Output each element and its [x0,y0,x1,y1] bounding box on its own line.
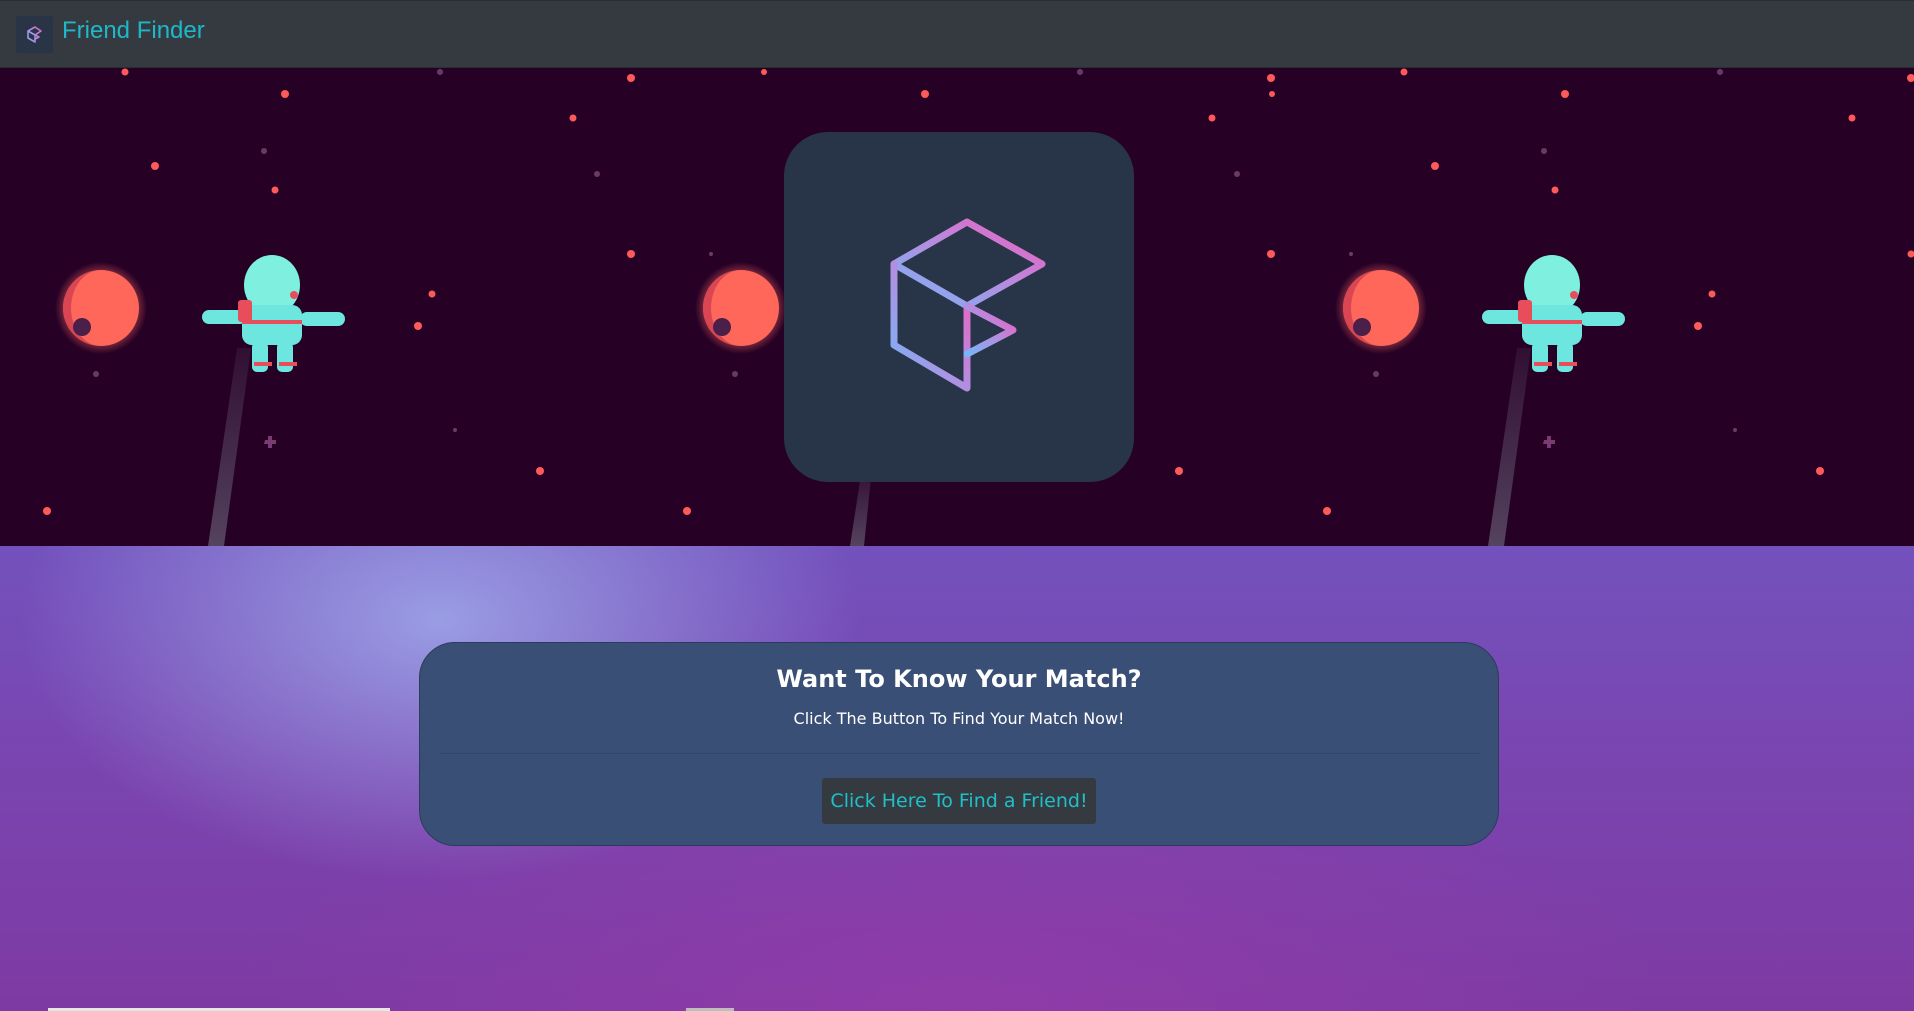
find-friend-button[interactable]: Click Here To Find a Friend! [822,778,1096,824]
match-title: Want To Know Your Match? [776,665,1142,693]
match-subtitle: Click The Button To Find Your Match Now! [793,709,1125,728]
planet-icon [695,262,787,354]
astronaut-icon [1482,255,1625,372]
brand-title[interactable]: Friend Finder [62,17,205,45]
astronaut-icon [202,255,345,372]
planet-icon [1335,262,1427,354]
hero-banner [0,68,1914,546]
navbar: Friend Finder [0,0,1914,68]
hero-logo-card [784,132,1134,482]
match-card: Want To Know Your Match? Click The Butto… [419,642,1499,846]
planet-icon [55,262,147,354]
cube-logo-icon [890,218,1046,392]
divider [440,753,1480,754]
brand-logo-icon[interactable] [16,16,53,53]
